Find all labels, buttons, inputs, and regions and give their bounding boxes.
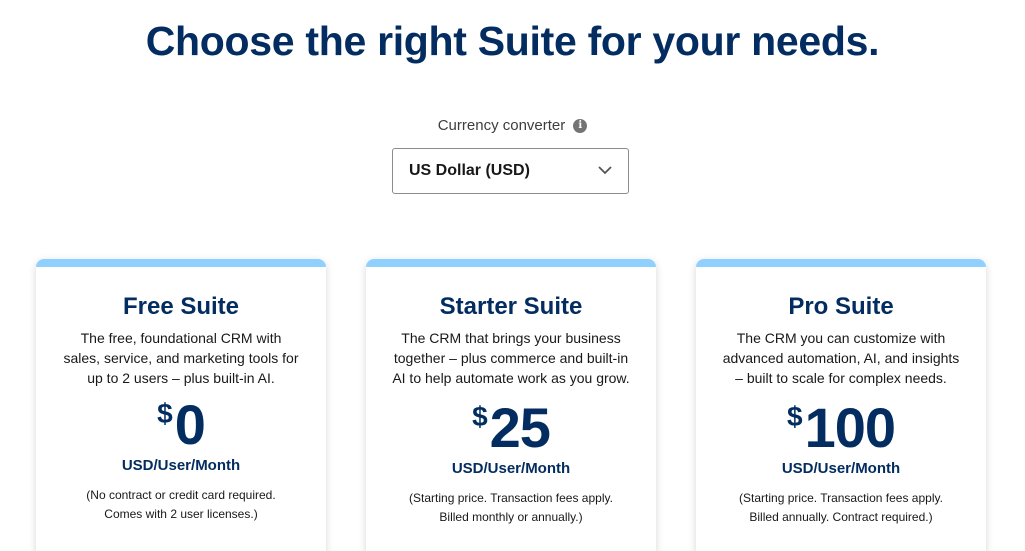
price-amount: 25 [489,396,551,459]
plan-note-line: (No contract or credit card required. [86,488,276,502]
price-amount: 0 [174,393,206,456]
price-amount: 100 [804,396,896,459]
plan-card-free: Free Suite The free, foundational CRM wi… [36,259,326,551]
plan-note-line: (Starting price. Transaction fees apply. [409,491,613,505]
currency-select[interactable]: US Dollar (USD) [392,148,629,194]
plan-title: Starter Suite [439,293,583,320]
currency-symbol: $ [786,401,803,432]
plan-description: The CRM that brings your business togeth… [392,330,630,386]
chevron-down-icon [598,162,612,180]
plan-description: The free, foundational CRM with sales, s… [63,330,299,386]
currency-select-value: US Dollar (USD) [409,162,530,179]
plan-price: $ 0 [36,397,326,453]
plan-title: Pro Suite [788,293,894,320]
plan-note: (Starting price. Transaction fees apply.… [711,489,971,527]
plan-note-line: Comes with 2 user licenses.) [104,507,258,521]
plan-note: (No contract or credit card required. Co… [51,486,311,524]
card-accent-bar [36,259,326,267]
price-unit: USD/User/Month [781,460,901,477]
currency-symbol: $ [157,398,173,429]
currency-symbol: $ [472,401,488,432]
price-unit: USD/User/Month [121,457,241,474]
plan-note: (Starting price. Transaction fees apply.… [381,489,641,527]
plan-description: The CRM you can customize with advanced … [722,330,960,386]
plan-price: $ 25 [366,400,656,456]
price-unit: USD/User/Month [451,460,571,477]
page-title: Choose the right Suite for your needs. [145,18,880,64]
currency-converter-label-row: Currency converter i [0,117,1025,134]
info-icon[interactable]: i [573,118,588,133]
plan-price: $ 100 [696,400,986,456]
card-accent-bar [366,259,656,267]
pricing-page: Choose the right Suite for your needs. C… [0,0,1025,551]
plan-note-line: (Starting price. Transaction fees apply. [739,491,943,505]
plan-note-line: Billed monthly or annually.) [439,510,583,524]
plan-card-starter: Starter Suite The CRM that brings your b… [366,259,656,551]
plan-note-line: Billed annually. Contract required.) [749,510,933,524]
currency-converter-label: Currency converter [437,117,566,134]
plan-title: Free Suite [122,293,240,320]
plan-card-pro: Pro Suite The CRM you can customize with… [696,259,986,551]
card-accent-bar [696,259,986,267]
